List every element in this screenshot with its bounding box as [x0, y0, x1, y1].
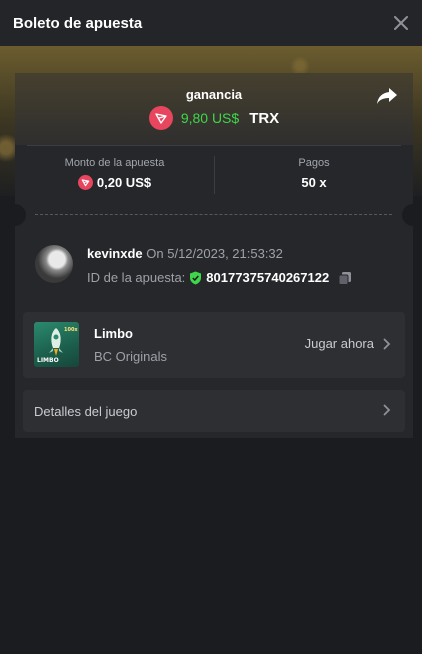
trx-coin-icon	[148, 106, 173, 130]
user-line: kevinxde On 5/12/2023, 21:53:32	[87, 246, 283, 261]
bet-id-label: ID de la apuesta:	[87, 270, 186, 285]
payout-label: Pagos	[298, 157, 330, 169]
game-details-row[interactable]: Detalles del juego	[23, 390, 405, 432]
payout-value: 50 x	[301, 175, 327, 190]
chevron-right-icon	[383, 403, 391, 421]
avatar[interactable]	[35, 245, 73, 283]
copy-icon[interactable]	[338, 271, 352, 285]
bet-amount-label: Monto de la apuesta	[64, 157, 165, 169]
share-icon[interactable]	[376, 86, 400, 110]
game-details-label: Detalles del juego	[34, 404, 138, 419]
chevron-right-icon	[383, 338, 391, 350]
gain-currency: TRX	[249, 109, 280, 127]
ticket-notch-left	[4, 204, 26, 226]
bet-amount-stat: Monto de la apuesta 0,20 US$	[15, 157, 214, 190]
ticket-notch-right	[402, 204, 422, 226]
gain-label: ganancia	[185, 87, 243, 102]
divider	[27, 145, 401, 146]
game-card[interactable]: LIMBO 100x Limbo BC Originals Jugar ahor…	[23, 312, 405, 378]
bet-id-line: ID de la apuesta: 80177375740267122	[87, 270, 352, 285]
bet-ticket: ganancia 9,80 US$ TRX Monto de la apuest…	[4, 73, 422, 438]
bet-date: On 5/12/2023, 21:53:32	[146, 246, 283, 261]
play-now-label: Jugar ahora	[304, 336, 374, 351]
play-now-button[interactable]: Jugar ahora	[305, 336, 391, 351]
game-thumb-text: LIMBO	[37, 357, 59, 364]
trx-coin-icon	[77, 175, 93, 190]
bet-id-value: 80177375740267122	[206, 270, 330, 285]
close-icon[interactable]	[389, 11, 413, 35]
dialog-header: Boleto de apuesta	[0, 0, 422, 46]
game-thumb-badge: 100x	[64, 327, 78, 333]
game-thumbnail: LIMBO 100x	[34, 322, 79, 367]
gain-row: 9,80 US$ TRX	[15, 106, 413, 130]
bet-amount-value: 0,20 US$	[96, 175, 152, 190]
dialog-title: Boleto de apuesta	[13, 14, 143, 32]
game-provider: BC Originals	[94, 349, 167, 364]
payout-stat: Pagos 50 x	[215, 157, 413, 190]
username[interactable]: kevinxde	[87, 246, 143, 261]
dashed-divider	[35, 214, 392, 215]
bet-amount-value-row: 0,20 US$	[15, 175, 214, 190]
gain-amount: 9,80 US$	[180, 110, 240, 126]
game-name: Limbo	[94, 326, 133, 341]
shield-check-icon	[189, 271, 202, 285]
